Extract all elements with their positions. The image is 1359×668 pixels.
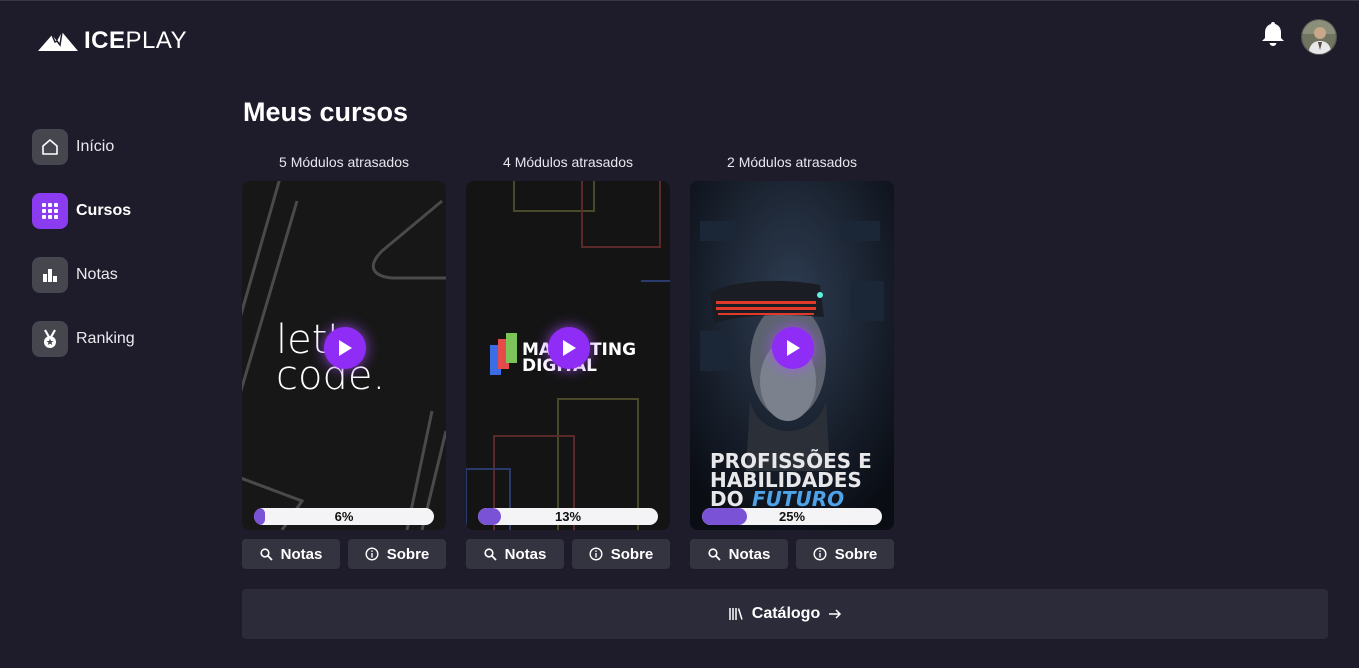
about-button[interactable]: Sobre xyxy=(572,539,670,569)
play-button[interactable] xyxy=(772,327,814,369)
sidebar: Início Cursos Notas Ranking xyxy=(32,129,135,385)
play-icon xyxy=(339,340,352,356)
sidebar-item-notas[interactable]: Notas xyxy=(32,257,135,293)
notes-button-label: Notas xyxy=(504,545,547,563)
sidebar-item-label: Ranking xyxy=(76,330,135,347)
about-button-label: Sobre xyxy=(610,545,654,563)
about-button-label: Sobre xyxy=(834,545,878,563)
library-icon xyxy=(729,608,743,620)
course-thumbnail[interactable]: MARKETING DIGITAL 13% xyxy=(466,181,670,530)
course-card: 5 Módulos atrasados let's code. 6% Notas xyxy=(242,153,446,569)
about-button[interactable]: Sobre xyxy=(348,539,446,569)
search-icon xyxy=(708,547,721,561)
search-icon xyxy=(260,547,273,561)
sidebar-item-cursos[interactable]: Cursos xyxy=(32,193,135,229)
home-icon xyxy=(32,129,68,165)
course-card: 4 Módulos atrasados MARKETING DIGITAL 13… xyxy=(466,153,670,569)
brand-part-2: PLAY xyxy=(125,27,188,54)
progress-bar: 13% xyxy=(478,508,658,525)
play-button[interactable] xyxy=(548,327,590,369)
catalog-button[interactable]: Catálogo xyxy=(242,589,1328,639)
bar-chart-icon xyxy=(32,257,68,293)
course-card: 2 Módulos atrasados PROFISSÕES E HABILID… xyxy=(690,153,894,569)
medal-icon xyxy=(32,321,68,357)
play-button[interactable] xyxy=(324,327,366,369)
brand-name: ICEPLAY xyxy=(84,28,187,54)
mountain-logo-icon xyxy=(38,31,78,51)
about-button-label: Sobre xyxy=(386,545,430,563)
notes-button[interactable]: Notas xyxy=(466,539,564,569)
progress-label: 6% xyxy=(334,509,354,524)
progress-bar: 6% xyxy=(254,508,434,525)
avatar[interactable] xyxy=(1301,19,1337,55)
notes-button[interactable]: Notas xyxy=(690,539,788,569)
sidebar-item-label: Notas xyxy=(76,266,118,283)
notes-button[interactable]: Notas xyxy=(242,539,340,569)
course-thumbnail[interactable]: PROFISSÕES E HABILIDADES DO FUTURO 25% xyxy=(690,181,894,530)
course-thumbnail[interactable]: let's code. 6% xyxy=(242,181,446,530)
about-button[interactable]: Sobre xyxy=(796,539,894,569)
sidebar-item-label: Início xyxy=(76,138,115,155)
page-title: Meus cursos xyxy=(243,97,409,127)
brand-part-1: ICE xyxy=(84,27,126,54)
late-modules-label: 2 Módulos atrasados xyxy=(727,154,857,170)
bell-icon[interactable] xyxy=(1261,21,1285,47)
search-icon xyxy=(484,547,497,561)
progress-label: 25% xyxy=(778,509,806,524)
notes-button-label: Notas xyxy=(280,545,323,563)
info-icon xyxy=(365,547,379,561)
play-icon xyxy=(563,340,576,356)
late-modules-label: 5 Módulos atrasados xyxy=(279,154,409,170)
info-icon xyxy=(813,547,827,561)
info-icon xyxy=(589,547,603,561)
sidebar-item-inicio[interactable]: Início xyxy=(32,129,135,165)
arrow-right-icon xyxy=(829,609,842,619)
sidebar-item-label: Cursos xyxy=(76,202,132,219)
notes-button-label: Notas xyxy=(728,545,771,563)
app-logo[interactable]: ICEPLAY xyxy=(38,28,187,54)
progress-bar: 25% xyxy=(702,508,882,525)
progress-label: 13% xyxy=(554,509,582,524)
sidebar-item-ranking[interactable]: Ranking xyxy=(32,321,135,357)
catalog-button-label: Catálogo xyxy=(751,605,821,622)
grid-icon xyxy=(32,193,68,229)
play-icon xyxy=(787,340,800,356)
late-modules-label: 4 Módulos atrasados xyxy=(503,154,633,170)
